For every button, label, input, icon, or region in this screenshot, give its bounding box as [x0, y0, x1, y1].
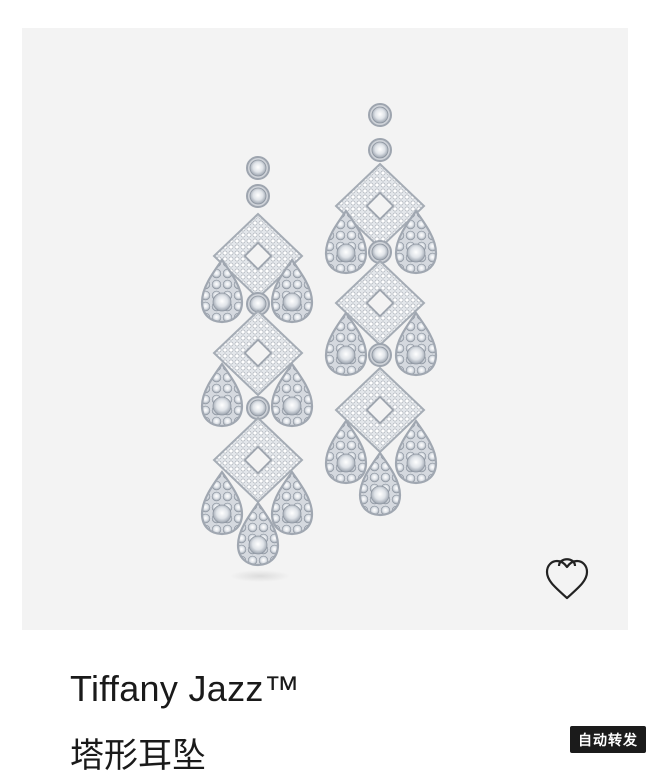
product-title: 塔形耳坠	[70, 736, 206, 776]
heart-lock-icon	[545, 558, 589, 600]
top-spacer	[0, 0, 650, 28]
wishlist-button[interactable]	[541, 548, 593, 604]
earrings-image	[200, 103, 438, 582]
auto-repost-badge[interactable]: 自动转发	[570, 726, 646, 753]
product-brand: Tiffany Jazz™	[70, 668, 300, 709]
product-info: Tiffany Jazz™ 塔形耳坠	[0, 630, 650, 776]
product-image-card[interactable]	[22, 28, 628, 630]
left-earring	[200, 156, 314, 567]
right-earring	[324, 103, 438, 517]
